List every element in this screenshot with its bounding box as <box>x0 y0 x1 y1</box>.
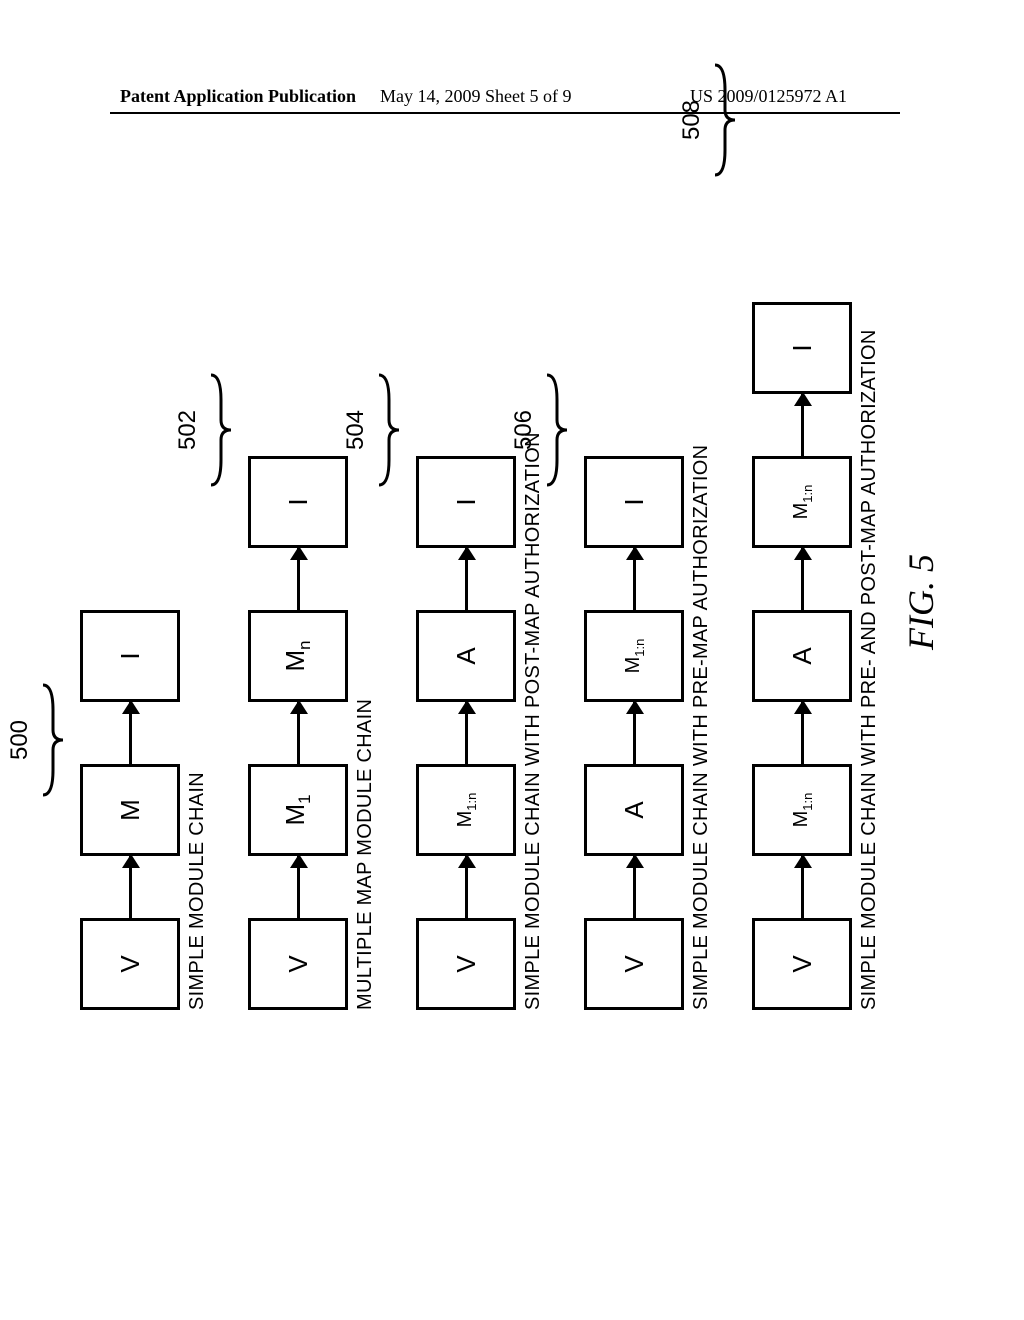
node-i: I <box>752 302 852 394</box>
node-i: I <box>248 456 348 548</box>
subscript: 1:n <box>464 793 479 811</box>
brace-500: 500 <box>6 680 66 800</box>
subscript: n <box>296 640 315 649</box>
node-label: V <box>451 955 482 972</box>
node-a: A <box>752 610 852 702</box>
node-label: A <box>451 647 482 664</box>
node-label: I <box>451 498 482 505</box>
node-label: V <box>115 955 146 972</box>
arrow-icon <box>801 702 804 764</box>
arrow-icon <box>465 548 468 610</box>
brace-504: 504 <box>342 370 402 490</box>
node-m1n: M1:n <box>752 764 852 856</box>
chain-502: V M1 Mn I MULTIPLE MAP MODULE CHAIN <box>248 456 377 1010</box>
ref-number: 502 <box>174 410 202 450</box>
node-label: M <box>115 799 146 821</box>
brace-506: 506 <box>510 370 570 490</box>
node-v: V <box>584 918 684 1010</box>
chain-row: V M1:n A M1:n I <box>752 302 852 1010</box>
chain-500: V M I SIMPLE MODULE CHAIN <box>80 610 209 1010</box>
node-m1n: M1:n <box>752 456 852 548</box>
node-label: M1:n <box>622 639 647 674</box>
arrow-icon <box>129 856 132 918</box>
arrow-icon <box>465 702 468 764</box>
node-label: I <box>787 344 818 351</box>
brace-icon <box>542 370 570 490</box>
chain-caption: MULTIPLE MAP MODULE CHAIN <box>354 456 377 1010</box>
chain-504: V M1:n A I SIMPLE MODULE CHAIN WITH POST… <box>416 432 545 1010</box>
arrow-icon <box>801 856 804 918</box>
brace-icon <box>38 680 66 800</box>
node-a: A <box>416 610 516 702</box>
node-m: M <box>80 764 180 856</box>
chain-506: V A M1:n I SIMPLE MODULE CHAIN WITH PRE-… <box>584 445 713 1010</box>
node-label: M1:n <box>454 793 479 828</box>
node-label: I <box>619 498 650 505</box>
subscript: 1:n <box>632 639 647 657</box>
brace-icon <box>710 60 738 180</box>
arrow-icon <box>297 548 300 610</box>
arrow-icon <box>129 702 132 764</box>
chain-caption: SIMPLE MODULE CHAIN <box>186 610 209 1010</box>
node-label: A <box>619 801 650 818</box>
chain-row: V A M1:n I <box>584 445 684 1010</box>
chain-row: V M1 Mn I <box>248 456 348 1010</box>
node-m1n: M1:n <box>584 610 684 702</box>
node-v: V <box>416 918 516 1010</box>
chain-caption: SIMPLE MODULE CHAIN WITH PRE- AND POST-M… <box>858 302 881 1010</box>
node-label: V <box>283 955 314 972</box>
ref-number: 506 <box>510 410 538 450</box>
node-i: I <box>584 456 684 548</box>
header-rule <box>110 112 900 114</box>
brace-icon <box>374 370 402 490</box>
chain-row: V M I <box>80 610 180 1010</box>
node-label: A <box>787 647 818 664</box>
node-v: V <box>752 918 852 1010</box>
chain-row: V M1:n A I <box>416 432 516 1010</box>
subscript: 1 <box>296 794 315 803</box>
arrow-icon <box>633 702 636 764</box>
node-i: I <box>416 456 516 548</box>
node-label: V <box>787 955 818 972</box>
ref-number: 508 <box>678 100 706 140</box>
node-m1n: M1:n <box>416 764 516 856</box>
chain-508: V M1:n A M1:n I SIMPLE MODULE CHAIN WITH… <box>752 302 881 1010</box>
node-label: I <box>115 652 146 659</box>
arrow-icon <box>297 856 300 918</box>
figure-5: V M I SIMPLE MODULE CHAIN V M1 Mn I MULT… <box>70 330 950 1010</box>
node-m1: M1 <box>248 764 348 856</box>
ref-number: 504 <box>342 410 370 450</box>
node-label: Mn <box>280 640 315 671</box>
subscript: 1:n <box>800 485 815 503</box>
node-mn: Mn <box>248 610 348 702</box>
node-v: V <box>248 918 348 1010</box>
chain-caption: SIMPLE MODULE CHAIN WITH PRE-MAP AUTHORI… <box>690 445 713 1010</box>
arrow-icon <box>465 856 468 918</box>
header-left: Patent Application Publication <box>120 86 356 107</box>
node-label: I <box>283 498 314 505</box>
node-a: A <box>584 764 684 856</box>
arrow-icon <box>801 394 804 456</box>
brace-502: 502 <box>174 370 234 490</box>
arrow-icon <box>297 702 300 764</box>
node-v: V <box>80 918 180 1010</box>
node-label: M1 <box>280 794 315 825</box>
node-label: V <box>619 955 650 972</box>
chain-caption: SIMPLE MODULE CHAIN WITH POST-MAP AUTHOR… <box>522 432 545 1010</box>
arrow-icon <box>633 548 636 610</box>
ref-number: 500 <box>6 720 34 760</box>
node-label: M1:n <box>790 793 815 828</box>
node-i: I <box>80 610 180 702</box>
arrow-icon <box>633 856 636 918</box>
arrow-icon <box>801 548 804 610</box>
header-center: May 14, 2009 Sheet 5 of 9 <box>380 86 571 107</box>
brace-508: 508 <box>678 60 738 180</box>
brace-icon <box>206 370 234 490</box>
figure-label: FIG. 5 <box>900 554 942 650</box>
node-label: M1:n <box>790 485 815 520</box>
subscript: 1:n <box>800 793 815 811</box>
